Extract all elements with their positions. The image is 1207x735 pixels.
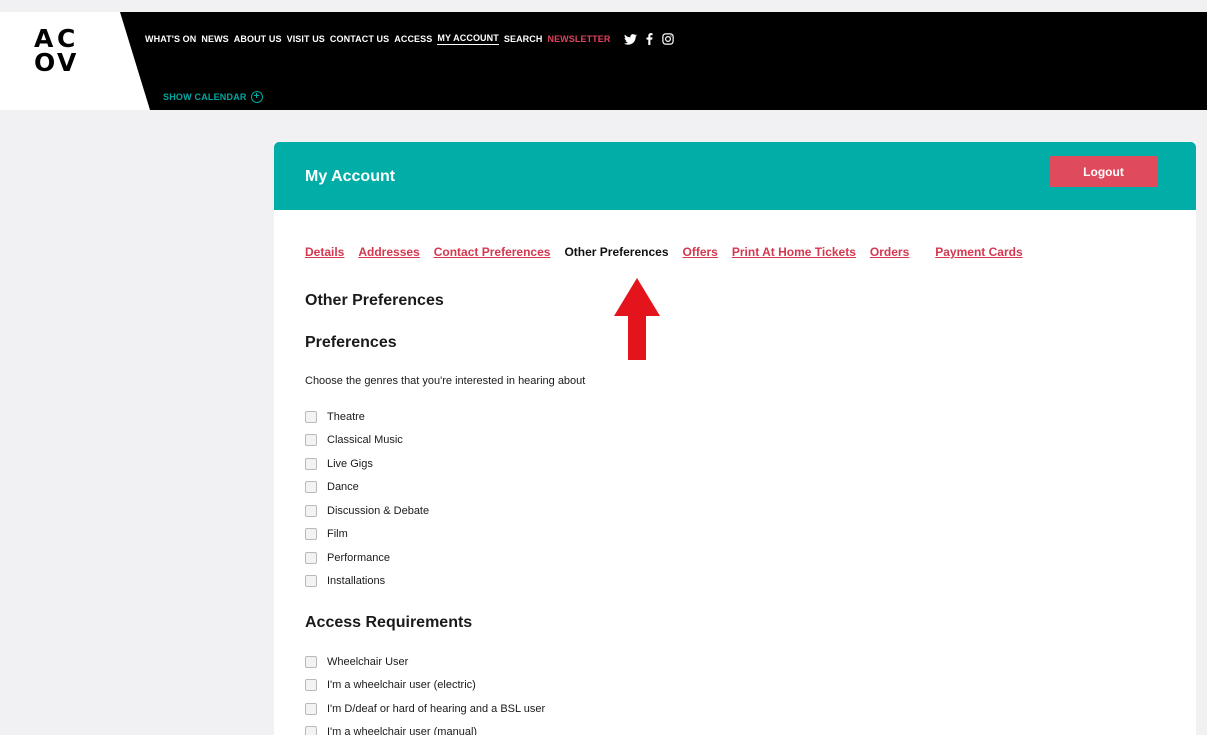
plus-circle-icon: + [250,91,263,103]
nav-search[interactable]: SEARCH [504,34,543,44]
section-title: Other Preferences [305,292,444,309]
access-label: I'm D/deaf or hard of hearing and a BSL … [327,702,546,715]
tab-payment-cards[interactable]: Payment Cards [935,245,1022,259]
access-list: Wheelchair User I'm a wheelchair user (e… [305,650,545,735]
genre-option-film[interactable]: Film [305,523,429,547]
nav-newsletter[interactable]: NEWSLETTER [547,34,610,44]
tab-print-at-home-tickets[interactable]: Print At Home Tickets [732,245,856,259]
show-calendar-label: SHOW CALENDAR [163,92,247,102]
logo-letter-o: O [34,48,55,77]
genre-option-installations[interactable]: Installations [305,570,429,594]
genre-option-dance[interactable]: Dance [305,476,429,500]
genre-label: Live Gigs [327,457,373,470]
checkbox[interactable] [305,679,317,692]
genre-label: Dance [327,481,359,494]
checkbox[interactable] [305,702,317,715]
nav-contact-us[interactable]: CONTACT US [330,34,389,44]
genre-option-live-gigs[interactable]: Live Gigs [305,452,429,476]
tab-addresses[interactable]: Addresses [358,245,419,259]
tab-offers[interactable]: Offers [683,245,718,259]
top-navigation-bar: A C O V WHAT'S ON NEWS ABOUT US VISIT US… [0,12,1207,110]
checkbox[interactable] [305,575,317,588]
access-option-deaf-bsl[interactable]: I'm D/deaf or hard of hearing and a BSL … [305,697,545,721]
access-requirements-heading: Access Requirements [305,614,473,631]
site-logo[interactable]: A C O V [32,24,84,78]
genre-label: Film [327,528,348,541]
genre-option-theatre[interactable]: Theatre [305,405,429,429]
genre-label: Theatre [327,410,365,423]
checkbox[interactable] [305,655,317,668]
checkbox[interactable] [305,457,317,470]
tab-contact-preferences[interactable]: Contact Preferences [434,245,551,259]
social-links [624,33,683,45]
tab-orders[interactable]: Orders [870,245,909,259]
show-calendar-toggle[interactable]: SHOW CALENDAR + [163,91,263,103]
logout-button[interactable]: Logout [1050,156,1157,187]
access-label: I'm a wheelchair user (electric) [327,679,476,692]
checkbox[interactable] [305,504,317,517]
checkbox[interactable] [305,481,317,494]
page-title: My Account [305,168,396,185]
access-option-wheelchair-manual[interactable]: I'm a wheelchair user (manual) [305,721,545,735]
nav-access[interactable]: ACCESS [394,34,432,44]
access-option-wheelchair-electric[interactable]: I'm a wheelchair user (electric) [305,674,545,698]
genre-option-discussion-debate[interactable]: Discussion & Debate [305,499,429,523]
tab-other-preferences[interactable]: Other Preferences [564,245,668,259]
checkbox[interactable] [305,434,317,447]
twitter-icon[interactable] [624,33,638,45]
checkbox[interactable] [305,726,317,735]
genre-option-performance[interactable]: Performance [305,546,429,570]
instagram-icon[interactable] [662,33,675,45]
genre-label: Performance [327,551,390,564]
my-account-card: My Account Logout Details Addresses Cont… [274,142,1196,735]
genre-label: Discussion & Debate [327,504,430,517]
genre-label: Classical Music [327,434,403,447]
checkbox[interactable] [305,410,317,423]
checkbox[interactable] [305,528,317,541]
access-option-wheelchair-user[interactable]: Wheelchair User [305,650,545,674]
genre-label: Installations [327,575,386,588]
facebook-icon[interactable] [646,33,653,45]
annotation-arrow-icon [614,278,660,360]
nav-whats-on[interactable]: WHAT'S ON [145,34,196,44]
card-header: My Account Logout [274,142,1196,210]
checkbox[interactable] [305,551,317,564]
nav-visit-us[interactable]: VISIT US [287,34,325,44]
nav-about-us[interactable]: ABOUT US [234,34,282,44]
genre-list: Theatre Classical Music Live Gigs Dance … [305,405,429,593]
access-label: Wheelchair User [327,655,409,668]
logo-letter-v: V [57,48,76,77]
tab-details[interactable]: Details [305,245,344,259]
preferences-heading: Preferences [305,334,397,351]
nav-my-account[interactable]: MY ACCOUNT [437,33,499,45]
genre-option-classical-music[interactable]: Classical Music [305,429,429,453]
main-nav: WHAT'S ON NEWS ABOUT US VISIT US CONTACT… [145,32,683,46]
access-label: I'm a wheelchair user (manual) [327,726,478,735]
genres-intro-text: Choose the genres that you're interested… [305,375,586,387]
nav-news[interactable]: NEWS [201,34,228,44]
account-tabs: Details Addresses Contact Preferences Ot… [305,245,1037,259]
